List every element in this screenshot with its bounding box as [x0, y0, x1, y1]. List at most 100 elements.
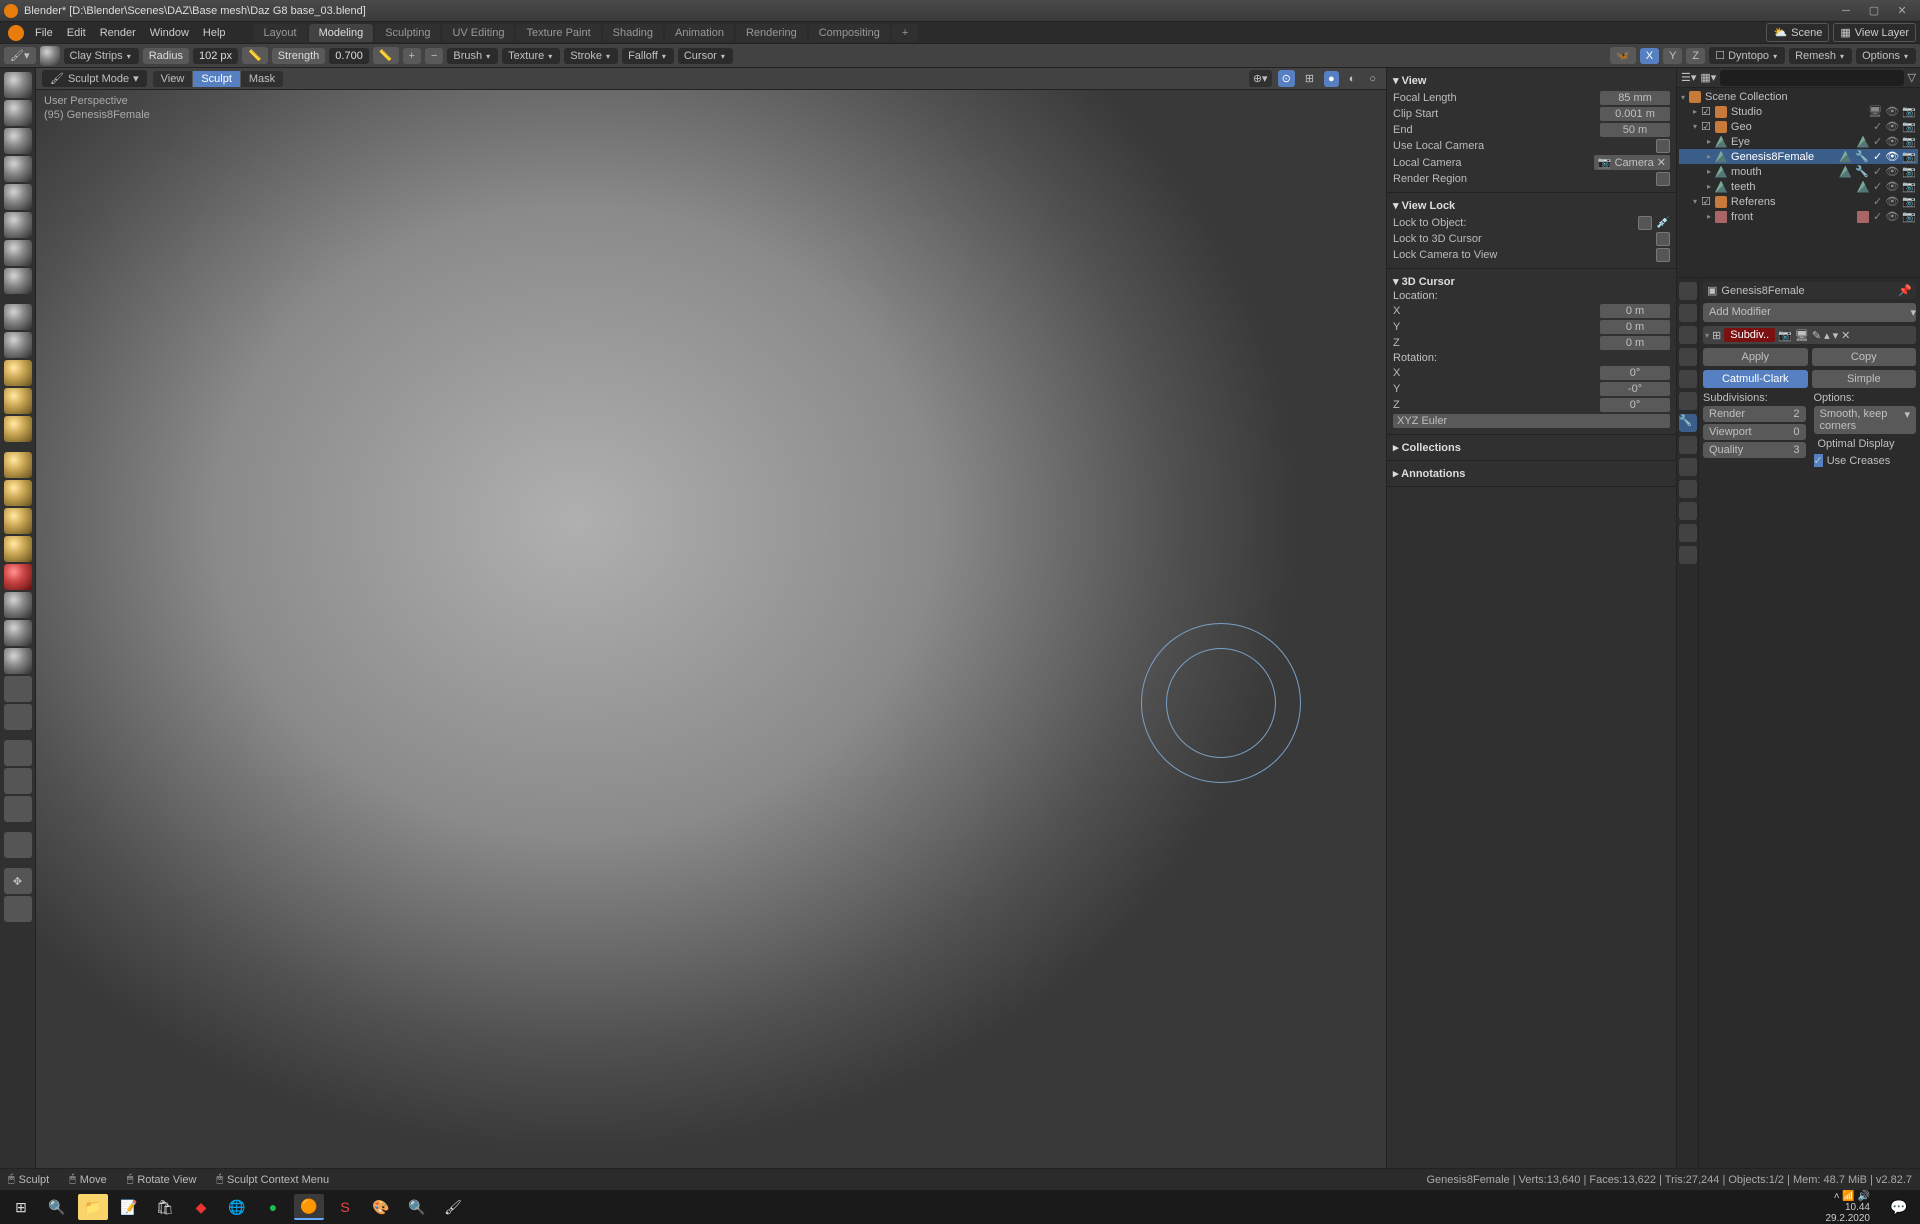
mod-visibility-edit-icon[interactable]: ✎ [1812, 329, 1821, 342]
prop-tab-viewlayer-icon[interactable] [1679, 326, 1697, 344]
shading-rendered-icon[interactable]: ○ [1365, 71, 1380, 87]
slide-relax-brush-icon[interactable] [4, 676, 32, 702]
menu-help[interactable]: Help [196, 27, 233, 39]
toggle-overlays-icon[interactable]: ⊙ [1278, 70, 1295, 87]
brush-dropdown[interactable]: Brush [447, 48, 498, 64]
tree-front[interactable]: ▸front✓ 👁 📷 [1679, 209, 1918, 224]
tree-mouth[interactable]: ▸mouth🔧✓ 👁 📷 [1679, 164, 1918, 179]
inflate-brush-icon[interactable] [4, 212, 32, 238]
tree-scene-collection[interactable]: ▾Scene Collection [1679, 90, 1918, 104]
clip-start-value[interactable]: 0.001 m [1600, 107, 1670, 121]
stroke-dropdown[interactable]: Stroke [564, 48, 618, 64]
modifier-header[interactable]: ▾ ⊞ Subdiv.. 📷 🖥 ✎ ▴ ▾ ✕ [1703, 326, 1916, 344]
texture-dropdown[interactable]: Texture [502, 48, 560, 64]
viewport-3d[interactable]: 🖌 Sculpt Mode ▾ View Sculpt Mask ⊕▾ ⊙ ⊞ … [36, 68, 1386, 1168]
uv-smooth-dropdown[interactable]: Smooth, keep corners ▾ [1814, 406, 1917, 434]
scrape-brush-icon[interactable] [4, 388, 32, 414]
cursor-y[interactable]: 0 m [1600, 320, 1670, 334]
cursor-panel-header[interactable]: ▾ 3D Cursor [1393, 273, 1670, 290]
quality-subdiv[interactable]: Quality3 [1703, 442, 1806, 458]
tab-compositing[interactable]: Compositing [809, 24, 890, 42]
brush-name[interactable]: Clay Strips [64, 48, 139, 64]
start-button[interactable]: ⊞ [6, 1194, 36, 1220]
draw-brush-icon[interactable] [4, 72, 32, 98]
outliner-display-icon[interactable]: ▦▾ [1700, 71, 1716, 84]
close-button[interactable]: ✕ [1888, 2, 1916, 20]
tab-layout[interactable]: Layout [254, 24, 307, 42]
multiplane-scrape-brush-icon[interactable] [4, 416, 32, 442]
clay-brush-icon[interactable] [4, 128, 32, 154]
chrome-icon[interactable]: 🌐 [222, 1194, 252, 1220]
hide-box-icon[interactable] [4, 796, 32, 822]
grab-brush-icon[interactable] [4, 480, 32, 506]
outliner-search[interactable] [1720, 70, 1903, 86]
lock-3d-cursor-checkbox[interactable] [1656, 232, 1670, 246]
local-camera-checkbox[interactable] [1656, 139, 1670, 153]
tab-rendering[interactable]: Rendering [736, 24, 807, 42]
tab-shading[interactable]: Shading [603, 24, 663, 42]
sculpt-menu[interactable]: Sculpt [193, 71, 241, 87]
box-mask-icon[interactable] [4, 768, 32, 794]
pose-brush-icon[interactable] [4, 592, 32, 618]
pinch-brush-icon[interactable] [4, 452, 32, 478]
remesh-dropdown[interactable]: Remesh [1789, 48, 1852, 64]
editor-type-button[interactable]: 🖌▾ [4, 47, 36, 64]
mod-move-down-icon[interactable]: ▾ [1833, 329, 1839, 342]
annotate-icon[interactable] [4, 896, 32, 922]
flatten-brush-icon[interactable] [4, 332, 32, 358]
direction-sub-button[interactable]: − [425, 48, 443, 64]
app-4-icon[interactable]: 🔍 [402, 1194, 432, 1220]
prop-tab-scene-icon[interactable] [1679, 348, 1697, 366]
copy-button[interactable]: Copy [1812, 348, 1917, 366]
tree-referens[interactable]: ▾☑Referens✓ 👁 📷 [1679, 194, 1918, 209]
mod-delete-icon[interactable]: ✕ [1841, 329, 1850, 342]
app-3-icon[interactable]: 🎨 [366, 1194, 396, 1220]
scene-selector[interactable]: ⛅ Scene [1766, 23, 1829, 42]
cursor-ry[interactable]: -0° [1600, 382, 1670, 396]
cursor-rx[interactable]: 0° [1600, 366, 1670, 380]
store-icon[interactable]: 🛍 [150, 1194, 180, 1220]
blender-taskbar-icon[interactable]: 🟠 [294, 1194, 324, 1220]
tab-modeling[interactable]: Modeling [309, 24, 374, 42]
strength-value[interactable]: 0.700 [329, 48, 369, 64]
search-icon[interactable]: 🔍 [42, 1194, 72, 1220]
view-menu[interactable]: View [153, 71, 194, 87]
app-2-icon[interactable]: S [330, 1194, 360, 1220]
apply-button[interactable]: Apply [1703, 348, 1808, 366]
mask-menu[interactable]: Mask [241, 71, 283, 87]
snake-hook-brush-icon[interactable] [4, 536, 32, 562]
app-1-icon[interactable]: ◆ [186, 1194, 216, 1220]
prop-tab-world-icon[interactable] [1679, 370, 1697, 388]
tab-sculpting[interactable]: Sculpting [375, 24, 440, 42]
outliner-type-icon[interactable]: ☰▾ [1681, 71, 1696, 84]
prop-tab-material-icon[interactable] [1679, 524, 1697, 542]
clay-strips-brush-icon[interactable] [4, 156, 32, 182]
prop-tab-physics-icon[interactable] [1679, 458, 1697, 476]
clip-end-value[interactable]: 50 m [1600, 123, 1670, 137]
tab-texture-paint[interactable]: Texture Paint [516, 24, 600, 42]
blob-brush-icon[interactable] [4, 240, 32, 266]
mask-brush-icon[interactable] [4, 740, 32, 766]
tree-teeth[interactable]: ▸teeth✓ 👁 📷 [1679, 179, 1918, 194]
mod-visibility-viewport-icon[interactable]: 🖥 [1795, 329, 1809, 342]
dyntopo-dropdown[interactable]: ☐ Dyntopo [1709, 47, 1785, 64]
prop-tab-constraints-icon[interactable] [1679, 480, 1697, 498]
brush-preview-icon[interactable] [40, 46, 60, 66]
outliner-filter-icon[interactable]: ▽ [1908, 71, 1916, 84]
blender-icon[interactable] [8, 25, 24, 41]
tree-genesis8female[interactable]: ▸Genesis8Female🔧✓ 👁 📷 [1679, 149, 1918, 164]
radius-value[interactable]: 102 px [193, 48, 238, 64]
rotation-mode[interactable]: XYZ Euler [1393, 414, 1670, 428]
options-dropdown[interactable]: Options [1856, 48, 1916, 64]
catmull-clark-button[interactable]: Catmull-Clark [1703, 370, 1808, 388]
prop-tab-texture-icon[interactable] [1679, 546, 1697, 564]
view-panel-header[interactable]: ▾ View [1393, 72, 1670, 89]
tree-geo[interactable]: ▾☑Geo✓ 👁 📷 [1679, 119, 1918, 134]
symmetry-z[interactable]: Z [1686, 48, 1705, 64]
menu-window[interactable]: Window [143, 27, 196, 39]
transform-gizmo-icon[interactable]: ✥ [4, 868, 32, 894]
nudge-brush-icon[interactable] [4, 620, 32, 646]
notepad-icon[interactable]: 📝 [114, 1194, 144, 1220]
radius-pressure-icon[interactable]: 📏 [242, 47, 268, 64]
modifier-name[interactable]: Subdiv.. [1724, 328, 1775, 342]
